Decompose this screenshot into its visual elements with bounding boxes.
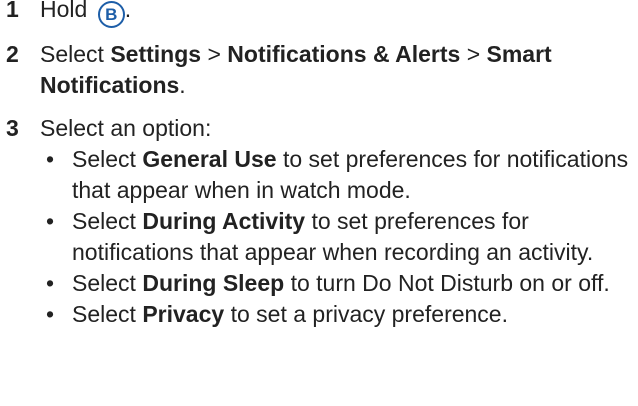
step-text: Select [40,41,104,67]
instructions: 1 Hold B. 2 Select Settings > Notificati… [0,0,638,336]
list-item: • Select General Use to set preferences … [46,146,629,203]
step-3: 3 Select an option: [0,113,638,144]
step-number: 2 [6,41,19,67]
step-number: 1 [6,0,19,22]
menu-path-settings: Settings [110,41,202,67]
option-privacy: Privacy [142,301,225,327]
step-text: Hold [40,0,88,22]
option-during-sleep: During Sleep [142,270,285,296]
path-separator: > [207,41,221,67]
option-list: • Select General Use to set preferences … [40,144,638,330]
list-item: • Select Privacy to set a privacy prefer… [40,299,638,330]
bullet: • [46,270,55,296]
option-general-use: General Use [142,146,277,172]
b-button-icon: B [97,1,125,28]
step-number: 3 [6,115,19,141]
step-punct: . [124,0,132,22]
list-item: • Select During Sleep to turn Do Not Dis… [40,268,638,299]
step-1: 1 Hold B. [0,0,638,28]
step-2: 2 Select Settings > Notifications & Aler… [0,39,638,101]
bullet: • [46,301,55,327]
list-item: • Select During Activity to set preferen… [46,208,594,265]
step-text: Select an option: [40,115,212,141]
menu-path-notifications-alerts: Notifications & Alerts [227,41,461,67]
step-punct: . [179,72,186,98]
path-separator: > [466,41,481,67]
bullet: • [46,208,55,234]
bullet: • [46,146,55,172]
option-during-activity: During Activity [142,208,306,234]
